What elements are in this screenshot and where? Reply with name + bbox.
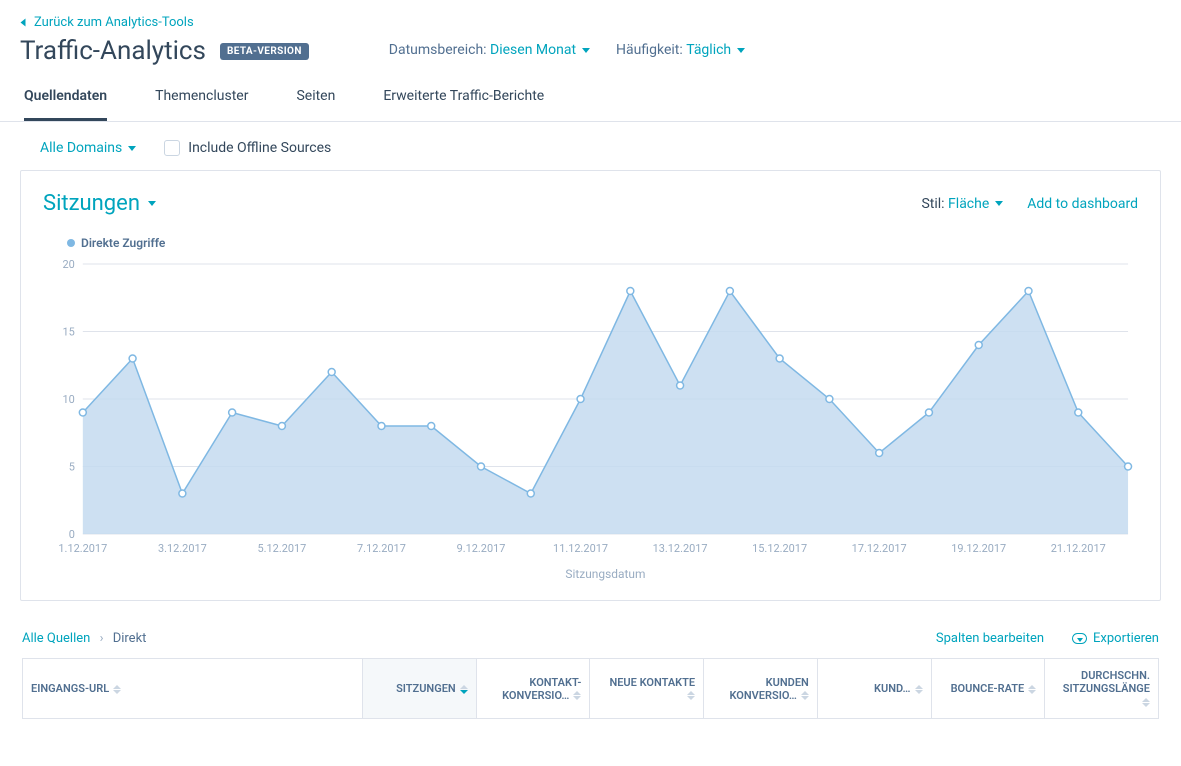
domains-dropdown[interactable]: Alle Domains bbox=[40, 140, 136, 156]
edit-columns-link[interactable]: Spalten bearbeiten bbox=[936, 631, 1044, 646]
column-header[interactable]: EINGANGS-URL bbox=[23, 659, 363, 719]
column-label: KUNDEN KONVERSIO… bbox=[729, 676, 808, 702]
sort-icon bbox=[687, 691, 695, 700]
beta-badge: BETA-VERSION bbox=[220, 43, 309, 60]
tab-bar: Quellendaten Themencluster Seiten Erweitert… bbox=[0, 70, 1181, 122]
page-title: Traffic-Analytics bbox=[20, 36, 206, 66]
column-header[interactable]: SITZUNGEN bbox=[363, 659, 477, 719]
chevron-down-icon bbox=[995, 201, 1003, 206]
svg-text:5: 5 bbox=[69, 460, 75, 473]
metric-dropdown[interactable]: Sitzungen bbox=[43, 191, 156, 216]
legend-label: Direkte Zugriffe bbox=[81, 236, 165, 250]
column-header[interactable]: BOUNCE-RATE bbox=[931, 659, 1045, 719]
tab-erweiterte-traffic-berichte[interactable]: Erweiterte Traffic-Berichte bbox=[383, 88, 544, 121]
chart-legend: Direkte Zugriffe bbox=[67, 236, 1138, 250]
checkbox-icon bbox=[164, 140, 180, 156]
date-range-dropdown[interactable]: Diesen Monat bbox=[490, 42, 590, 58]
breadcrumb-root[interactable]: Alle Quellen bbox=[22, 631, 90, 646]
svg-text:15: 15 bbox=[63, 325, 75, 338]
column-header[interactable]: KUNDEN KONVERSIO… bbox=[704, 659, 818, 719]
sessions-chart: 0 5 10 15 20 1.12.2017 3.12.2017 5.12.2017 7.12.… bbox=[43, 254, 1138, 584]
frequency-value: Täglich bbox=[686, 42, 731, 58]
tab-quellendaten[interactable]: Quellendaten bbox=[24, 88, 107, 121]
style-value: Fläche bbox=[948, 196, 989, 212]
tab-seiten[interactable]: Seiten bbox=[296, 88, 335, 121]
column-label: SITZUNGEN bbox=[396, 682, 456, 695]
column-label: DURCHSCHN. SITZUNGSLÄNGE bbox=[1063, 669, 1150, 695]
chevron-down-icon bbox=[582, 48, 590, 53]
column-label: NEUE KONTAKTE bbox=[609, 676, 695, 689]
add-to-dashboard-link[interactable]: Add to dashboard bbox=[1027, 196, 1138, 212]
svg-text:13.12.2017: 13.12.2017 bbox=[653, 542, 708, 555]
chevron-down-icon bbox=[737, 48, 745, 53]
style-label: Stil: bbox=[921, 196, 944, 212]
export-label: Exportieren bbox=[1093, 631, 1159, 646]
data-table: EINGANGS-URL SITZUNGEN KONTAKT-KONVERSIO… N… bbox=[22, 658, 1159, 719]
svg-text:17.12.2017: 17.12.2017 bbox=[852, 542, 907, 555]
svg-text:9.12.2017: 9.12.2017 bbox=[457, 542, 506, 555]
svg-text:10: 10 bbox=[63, 393, 75, 406]
frequency-dropdown[interactable]: Täglich bbox=[686, 42, 745, 58]
column-label: BOUNCE-RATE bbox=[951, 682, 1025, 695]
column-header[interactable]: NEUE KONTAKTE bbox=[590, 659, 704, 719]
frequency-label: Häufigkeit: bbox=[616, 42, 683, 58]
style-dropdown[interactable]: Fläche bbox=[948, 196, 1003, 212]
chart-card: Sitzungen Stil: Fläche Add to dashboard … bbox=[20, 170, 1161, 601]
legend-dot-icon bbox=[67, 239, 75, 247]
column-header[interactable]: DURCHSCHN. SITZUNGSLÄNGE bbox=[1045, 659, 1159, 719]
svg-text:19.12.2017: 19.12.2017 bbox=[951, 542, 1006, 555]
svg-text:3.12.2017: 3.12.2017 bbox=[158, 542, 207, 555]
chevron-down-icon bbox=[128, 146, 136, 151]
chevron-left-icon bbox=[17, 19, 32, 27]
column-label: KUND… bbox=[874, 682, 911, 695]
breadcrumb-current: Direkt bbox=[113, 631, 147, 646]
svg-text:11.12.2017: 11.12.2017 bbox=[553, 542, 608, 555]
chevron-right-icon: › bbox=[100, 631, 104, 646]
svg-text:15.12.2017: 15.12.2017 bbox=[752, 542, 807, 555]
sort-icon bbox=[1028, 685, 1036, 694]
svg-text:Sitzungsdatum: Sitzungsdatum bbox=[565, 567, 645, 581]
svg-text:5.12.2017: 5.12.2017 bbox=[257, 542, 306, 555]
svg-text:7.12.2017: 7.12.2017 bbox=[357, 542, 406, 555]
column-label: EINGANGS-URL bbox=[31, 682, 109, 695]
chevron-down-icon bbox=[148, 201, 156, 206]
svg-text:20: 20 bbox=[63, 258, 75, 271]
breadcrumb: Alle Quellen › Direkt bbox=[22, 631, 146, 646]
sort-icon bbox=[113, 685, 121, 694]
svg-text:21.12.2017: 21.12.2017 bbox=[1051, 542, 1106, 555]
svg-text:1.12.2017: 1.12.2017 bbox=[58, 542, 107, 555]
domains-value: Alle Domains bbox=[40, 140, 122, 156]
date-range-value: Diesen Monat bbox=[490, 42, 576, 58]
cloud-download-icon bbox=[1072, 633, 1087, 644]
column-header[interactable]: KONTAKT-KONVERSIO… bbox=[476, 659, 590, 719]
export-link[interactable]: Exportieren bbox=[1072, 631, 1159, 646]
sort-icon bbox=[801, 691, 809, 700]
tab-themencluster[interactable]: Themencluster bbox=[155, 88, 248, 121]
sort-icon bbox=[573, 691, 581, 700]
column-header[interactable]: KUND… bbox=[817, 659, 931, 719]
column-label: KONTAKT-KONVERSIO… bbox=[502, 676, 581, 702]
metric-label: Sitzungen bbox=[43, 191, 140, 216]
date-range-label: Datumsbereich: bbox=[389, 42, 487, 58]
include-offline-toggle[interactable]: Include Offline Sources bbox=[164, 140, 331, 156]
back-link-label: Zurück zum Analytics-Tools bbox=[34, 15, 194, 30]
sort-icon bbox=[460, 685, 468, 694]
back-link[interactable]: Zurück zum Analytics-Tools bbox=[20, 15, 194, 30]
svg-text:0: 0 bbox=[69, 528, 75, 541]
include-offline-label: Include Offline Sources bbox=[188, 140, 331, 156]
sort-icon bbox=[915, 685, 923, 694]
sort-icon bbox=[1142, 698, 1150, 707]
